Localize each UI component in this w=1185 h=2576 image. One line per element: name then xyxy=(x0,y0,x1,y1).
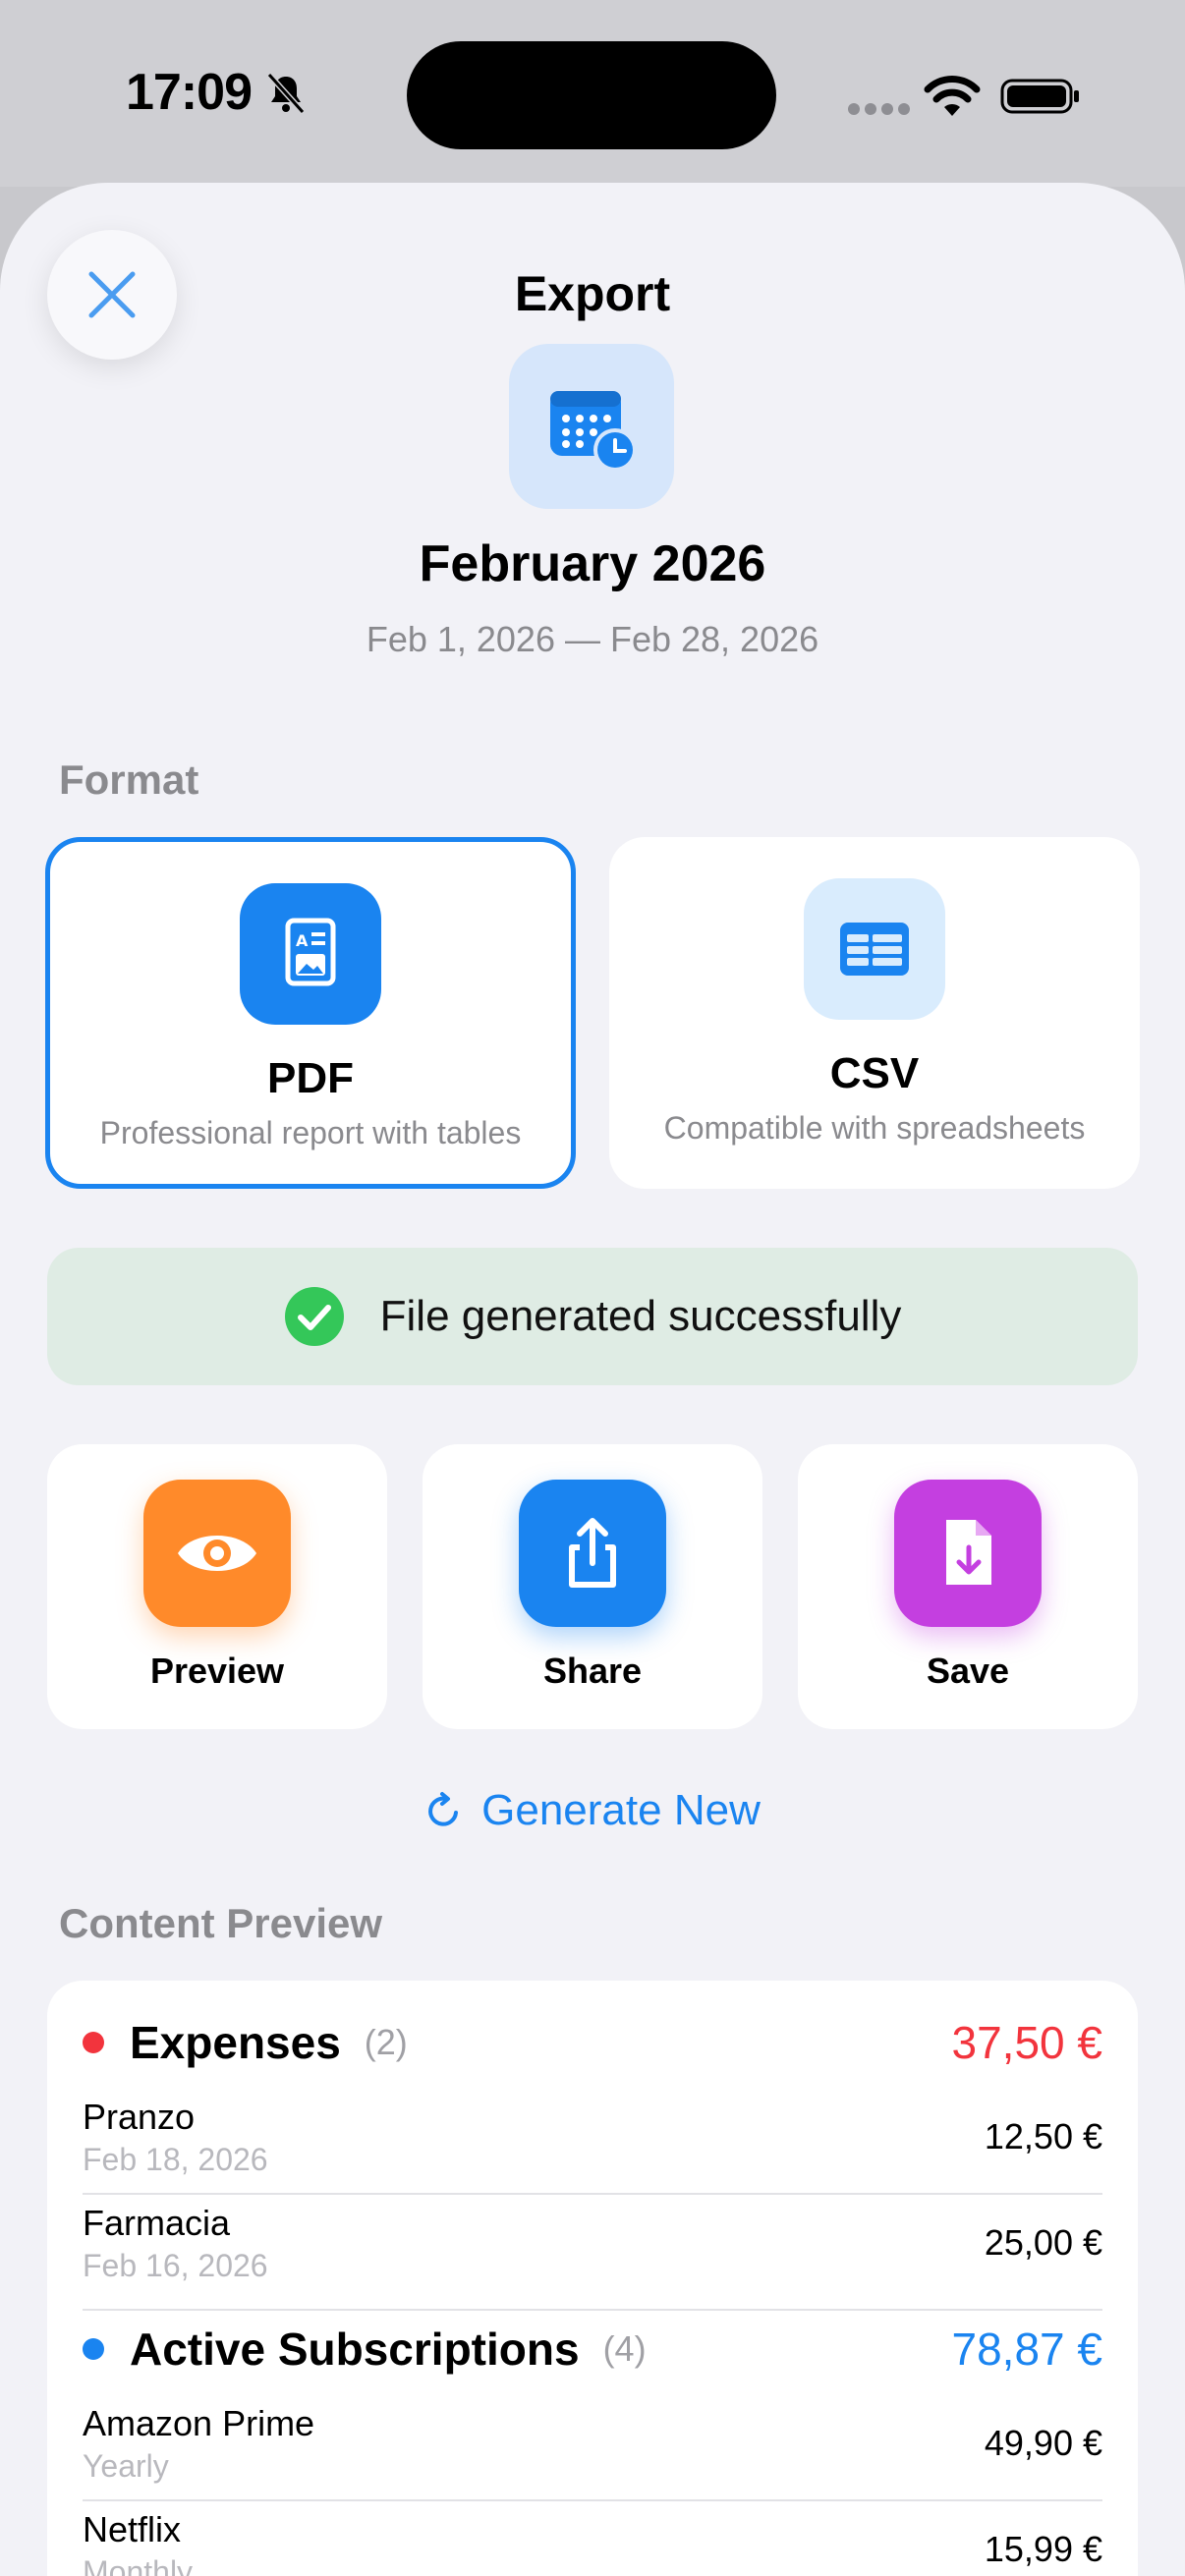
eye-icon xyxy=(143,1480,291,1627)
item-name: Amazon Prime xyxy=(83,2403,315,2443)
subscriptions-group-header: Active Subscriptions (4) 78,87 € xyxy=(83,2315,1102,2383)
sheet-title: Export xyxy=(514,266,671,321)
wifi-icon xyxy=(924,76,981,116)
share-button[interactable]: Share xyxy=(423,1444,762,1729)
item-frequency: Monthly xyxy=(83,2554,194,2576)
item-amount: 12,50 € xyxy=(984,2116,1102,2156)
dynamic-island xyxy=(407,41,776,149)
item-amount: 15,99 € xyxy=(984,2529,1102,2569)
generate-new-button[interactable]: Generate New xyxy=(0,1786,1185,1835)
item-name: Netflix xyxy=(83,2509,182,2549)
list-item: Netflix Monthly 15,99 € xyxy=(83,2499,1102,2576)
format-section-label: Format xyxy=(59,756,199,803)
share-icon xyxy=(519,1480,666,1627)
success-banner: File generated successfully xyxy=(47,1248,1138,1385)
expenses-group-header: Expenses (2) 37,50 € xyxy=(83,2008,1102,2077)
item-date: Feb 18, 2026 xyxy=(83,2142,268,2177)
group-title: Expenses xyxy=(130,2017,341,2068)
subscriptions-dot xyxy=(83,2338,104,2360)
svg-text:A: A xyxy=(296,931,309,950)
item-name: Farmacia xyxy=(83,2203,231,2243)
period-title: February 2026 xyxy=(419,535,766,592)
action-label: Save xyxy=(926,1651,1010,1691)
item-date: Feb 16, 2026 xyxy=(83,2248,268,2283)
format-description: Professional report with tables xyxy=(99,1115,522,1150)
group-total: 37,50 € xyxy=(951,2017,1102,2068)
generate-new-label: Generate New xyxy=(481,1786,761,1834)
calendar-clock-icon xyxy=(509,344,674,509)
save-button[interactable]: Save xyxy=(798,1444,1138,1729)
content-preview-card: Expenses (2) 37,50 € Pranzo Feb 18, 2026… xyxy=(47,1981,1138,2576)
list-item: Amazon Prime Yearly 49,90 € xyxy=(83,2393,1102,2499)
group-title: Active Subscriptions xyxy=(130,2324,580,2375)
content-preview-label: Content Preview xyxy=(59,1900,383,1946)
format-option-pdf[interactable]: A PDF Professional report with tables xyxy=(45,837,576,1189)
group-divider xyxy=(83,2309,1102,2311)
refresh-icon xyxy=(428,1792,459,1826)
format-description: Compatible with spreadsheets xyxy=(663,1110,1086,1146)
battery-icon xyxy=(1000,79,1079,114)
item-name: Pranzo xyxy=(83,2097,196,2137)
item-amount: 25,00 € xyxy=(984,2222,1102,2263)
period-range: Feb 1, 2026 — Feb 28, 2026 xyxy=(366,619,819,659)
list-item: Farmacia Feb 16, 2026 25,00 € xyxy=(83,2193,1102,2299)
expenses-dot xyxy=(83,2032,104,2053)
signal-dots-icon xyxy=(848,103,910,115)
group-total: 78,87 € xyxy=(951,2324,1102,2375)
status-time: 17:09 xyxy=(126,64,253,121)
group-count: (4) xyxy=(602,2328,647,2369)
pdf-document-icon: A xyxy=(240,883,381,1025)
table-grid-icon xyxy=(804,878,945,1020)
item-amount: 49,90 € xyxy=(984,2423,1102,2463)
format-name: PDF xyxy=(267,1054,354,1102)
checkmark-circle-icon xyxy=(284,1287,344,1346)
action-label: Preview xyxy=(149,1651,285,1691)
status-bar: 17:09 xyxy=(0,0,1185,187)
preview-button[interactable]: Preview xyxy=(47,1444,387,1729)
format-option-csv[interactable]: CSV Compatible with spreadsheets xyxy=(609,837,1140,1189)
save-file-icon xyxy=(894,1480,1042,1627)
silent-bell-icon xyxy=(266,72,306,115)
group-count: (2) xyxy=(364,2022,408,2062)
success-message: File generated successfully xyxy=(379,1292,902,1340)
format-name: CSV xyxy=(829,1049,920,1097)
action-label: Share xyxy=(542,1651,643,1691)
list-item: Pranzo Feb 18, 2026 12,50 € xyxy=(83,2087,1102,2193)
item-frequency: Yearly xyxy=(83,2448,169,2484)
